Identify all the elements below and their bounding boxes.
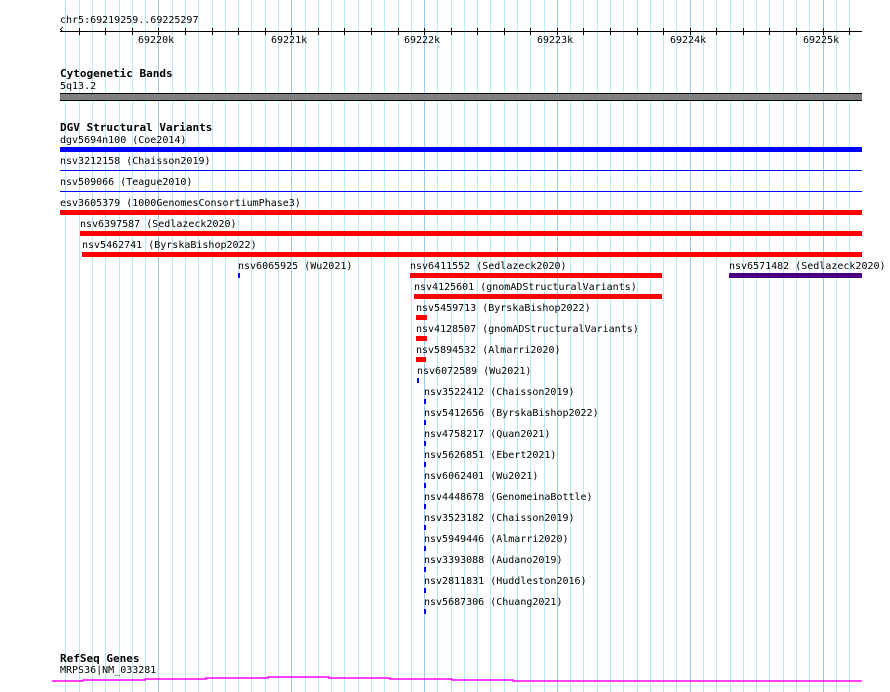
gene-transcript-line[interactable] xyxy=(52,676,862,682)
genome-browser-view: chr5:69219259..69225297 ‹ 69220k 69221k 692… xyxy=(0,0,890,692)
gene-model[interactable] xyxy=(0,0,890,692)
